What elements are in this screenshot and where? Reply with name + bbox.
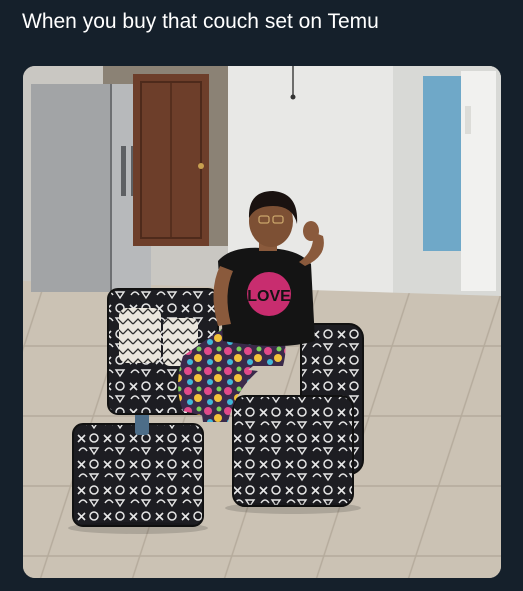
post-caption: When you buy that couch set on Temu: [22, 10, 379, 33]
wooden-door: [133, 74, 209, 246]
shirt-text: LOVE: [247, 288, 291, 305]
throw-pillow: [119, 308, 161, 363]
meme-photo[interactable]: LOVE: [23, 66, 501, 578]
ottoman[interactable]: [72, 411, 204, 527]
couch-seat: [233, 396, 353, 506]
lamp-bulb: [290, 94, 296, 100]
meme-post: When you buy that couch set on Temu LOVE: [0, 0, 523, 591]
photo-illustration: LOVE: [23, 66, 501, 578]
